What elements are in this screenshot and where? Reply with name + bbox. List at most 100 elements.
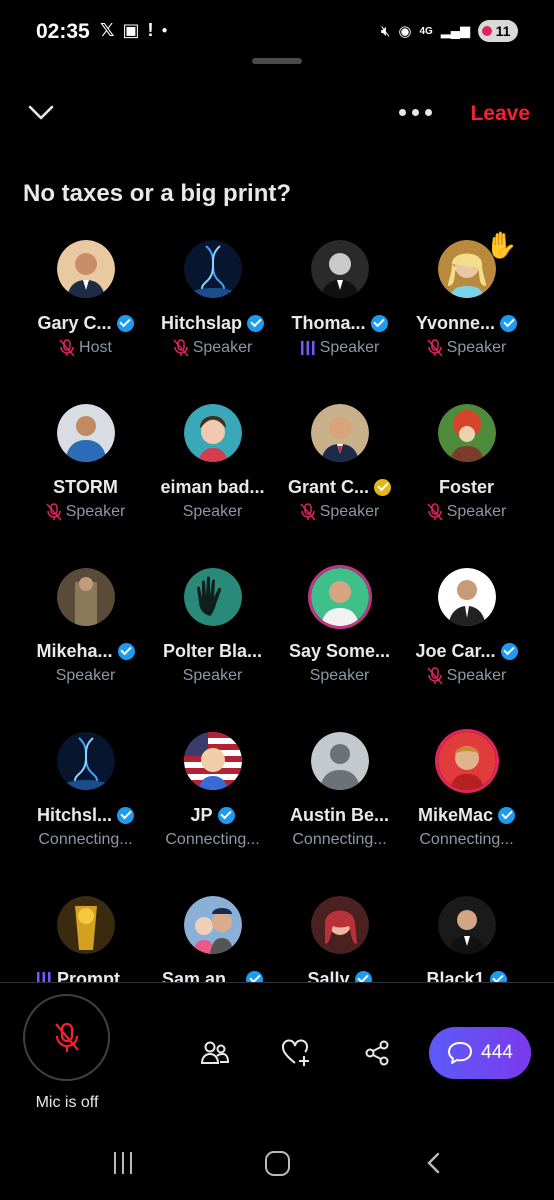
participant-cell[interactable]: Austin Be... Connecting... [276, 732, 403, 850]
participant-role: Speaker [446, 339, 507, 356]
photo-black1 [437, 896, 496, 954]
verified-badge-icon [116, 314, 134, 332]
participant-role-row: Speaker [403, 666, 530, 686]
recent-apps-icon[interactable] [110, 1152, 136, 1174]
collapse-button[interactable] [26, 100, 56, 124]
drag-handle[interactable] [252, 58, 302, 64]
heart-plus-icon [282, 1039, 309, 1066]
participant-role: Speaker [65, 503, 126, 520]
participant-name-row: Gary C... [22, 312, 149, 334]
verified-badge-icon [500, 314, 518, 332]
participant-avatar[interactable] [437, 568, 496, 626]
people-button[interactable] [198, 1036, 232, 1070]
share-button[interactable] [360, 1036, 394, 1070]
participant-cell[interactable]: Black1 [403, 896, 530, 982]
participant-role: Connecting... [165, 831, 260, 848]
mic-muted-icon [173, 339, 189, 357]
participant-name: eiman bad... [160, 476, 265, 497]
leave-button[interactable]: Leave [470, 102, 530, 126]
default-avatar [310, 732, 369, 790]
participant-cell[interactable]: Prompt... [22, 896, 149, 982]
participant-role: Speaker [446, 503, 507, 520]
photo-foster [437, 404, 496, 462]
participant-cell[interactable]: Mikeha... Speaker [22, 568, 149, 686]
photo-thomas [310, 240, 369, 298]
participant-role: Connecting... [292, 831, 387, 848]
participant-cell[interactable]: JP Connecting... [149, 732, 276, 850]
participant-avatar[interactable] [183, 240, 242, 298]
participant-name: Say Some... [288, 640, 391, 661]
photo-prompt [56, 896, 115, 954]
mic-toggle-button[interactable] [23, 994, 110, 1081]
participant-name: Mikeha... [36, 640, 113, 661]
participant-cell[interactable]: Say Some... Speaker [276, 568, 403, 686]
chat-button[interactable]: 444 [429, 1027, 531, 1079]
participant-cell[interactable]: Foster Speaker [403, 404, 530, 522]
participant-avatar[interactable] [437, 732, 496, 790]
participant-cell[interactable]: STORM Speaker [22, 404, 149, 522]
participant-cell[interactable]: MikeMac Connecting... [403, 732, 530, 850]
system-nav-bar [0, 1140, 554, 1190]
home-icon[interactable] [265, 1151, 290, 1176]
participant-name: Yvonne... [415, 312, 496, 333]
photo-mikeha [56, 568, 115, 626]
participant-role: Speaker [182, 667, 243, 684]
chat-bubble-icon [448, 1042, 473, 1064]
participant-role-row: Speaker [403, 338, 530, 358]
participants-viewport[interactable]: Gary C... Host Hitchslap Speaker Thoma... Spe… [0, 230, 554, 982]
mic-muted-icon [427, 503, 443, 521]
status-time: 02:35 [36, 20, 90, 43]
participant-name-row: JP [149, 804, 276, 826]
participant-role-row: Speaker [22, 666, 149, 686]
participant-avatar[interactable] [183, 404, 242, 462]
participant-avatar[interactable] [183, 732, 242, 790]
participant-avatar[interactable] [310, 732, 369, 790]
participant-cell[interactable]: Hitchslap Speaker [149, 240, 276, 358]
participant-avatar[interactable] [56, 896, 115, 954]
participant-cell[interactable]: Sam an... [149, 896, 276, 982]
participant-name-row: Prompt... [22, 968, 149, 982]
participant-role: Speaker [319, 503, 380, 520]
participant-cell[interactable]: eiman bad... Speaker [149, 404, 276, 522]
participant-cell[interactable]: Polter Bla... Speaker [149, 568, 276, 686]
participant-cell[interactable]: Gary C... Host [22, 240, 149, 358]
more-dot [398, 108, 406, 116]
participant-name: Grant C... [287, 476, 369, 497]
participant-avatar[interactable] [310, 568, 369, 626]
participant-role: Speaker [192, 339, 253, 356]
participant-name-row: Hitchsl... [22, 804, 149, 826]
verified-badge-icon [489, 970, 507, 982]
photo-gary [56, 240, 115, 298]
participant-cell[interactable]: Thoma... Speaker [276, 240, 403, 358]
participant-cell[interactable]: Sally [276, 896, 403, 982]
participant-name: Joe Car... [415, 640, 496, 661]
raised-hand-icon: ✋ [485, 230, 518, 260]
participant-avatar[interactable] [183, 568, 242, 626]
back-icon[interactable] [424, 1152, 444, 1174]
photo-joe [437, 568, 496, 626]
participant-avatar[interactable] [437, 404, 496, 462]
participant-avatar[interactable] [310, 240, 369, 298]
photo-storm [56, 404, 115, 462]
participant-name: Foster [438, 476, 494, 497]
participant-avatar[interactable] [56, 568, 115, 626]
participant-avatar[interactable] [183, 896, 242, 954]
react-button[interactable] [279, 1036, 313, 1070]
participant-cell[interactable]: ✋ Yvonne... Speaker [403, 230, 530, 358]
participant-cell[interactable]: Hitchsl... Connecting... [22, 732, 149, 850]
participant-avatar[interactable] [56, 404, 115, 462]
alert-icon: ! [147, 20, 154, 40]
participant-cell[interactable]: Grant C... Speaker [276, 404, 403, 522]
verified-badge-icon [246, 970, 264, 982]
more-options-button[interactable] [396, 100, 434, 124]
verified-badge-icon [498, 806, 516, 824]
participant-avatar[interactable] [310, 404, 369, 462]
participant-avatar[interactable] [56, 732, 115, 790]
participant-avatar[interactable] [437, 896, 496, 954]
participant-avatar[interactable] [310, 896, 369, 954]
participant-role-row: Speaker [149, 502, 276, 522]
participant-cell[interactable]: Joe Car... Speaker [403, 568, 530, 686]
participant-role: Speaker [319, 339, 380, 356]
participant-avatar[interactable] [56, 240, 115, 298]
photo-mikemac [437, 732, 496, 790]
